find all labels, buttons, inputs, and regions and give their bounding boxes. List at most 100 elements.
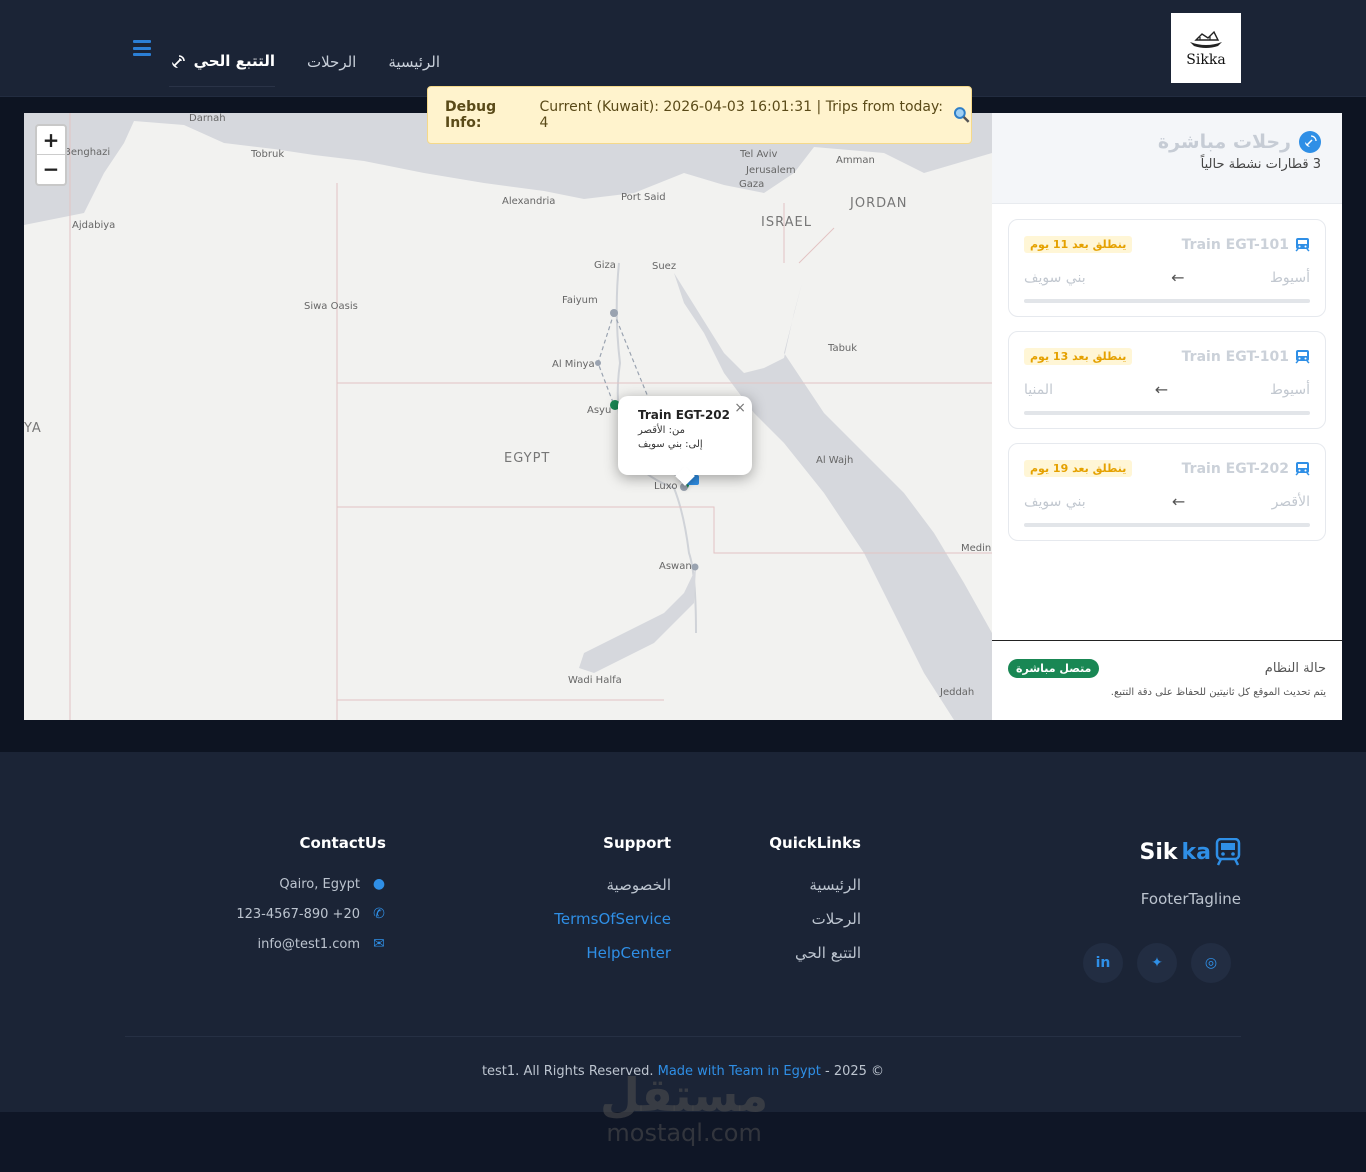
copyright-year: - 2025 ©: [825, 1064, 885, 1079]
footer-link-live-tracking[interactable]: التتبع الحي: [769, 944, 861, 962]
trip-progress-bar: [1024, 523, 1310, 527]
status-note: يتم تحديث الموقع كل ثانيتين للحفاظ على د…: [1110, 687, 1326, 698]
zoom-out-button[interactable]: −: [37, 155, 65, 184]
map-label: Gaza: [739, 179, 765, 190]
footer-link-help[interactable]: HelpCenter: [554, 944, 671, 962]
map-label: Wadi Halfa: [568, 675, 622, 686]
trip-from: أسيوط: [1269, 269, 1310, 286]
footer-link-trips[interactable]: الرحلات: [769, 910, 861, 928]
menu-toggle-icon[interactable]: [133, 40, 151, 56]
zoom-in-button[interactable]: +: [37, 126, 65, 155]
contact-email-text: info@test1.com: [257, 936, 360, 952]
train-name-text: Train EGT-202: [1181, 460, 1289, 477]
nav-trips[interactable]: الرحلات: [307, 53, 356, 71]
countdown-badge: ينطلق بعد 11 يوم: [1024, 236, 1133, 253]
nav-live-tracking[interactable]: التتبع الحي: [168, 52, 275, 87]
map-label: Luxo: [654, 481, 678, 492]
popup-to: إلى: بني سويف: [638, 439, 703, 450]
map-label: Tel Aviv: [740, 149, 778, 160]
twitter-icon[interactable]: ✦: [1137, 943, 1177, 983]
status-label: حالة النظام: [1264, 661, 1326, 676]
envelope-icon: ✉: [373, 936, 385, 952]
footer-link-terms[interactable]: TermsOfService: [554, 910, 671, 928]
trip-progress-bar: [1024, 411, 1310, 415]
trip-from: أسيوط: [1269, 381, 1310, 398]
nav-home[interactable]: الرئيسية: [388, 53, 440, 71]
quicklinks-title: QuickLinks: [769, 834, 861, 852]
footer-brand: Sik ka FooterTagline: [1139, 838, 1241, 908]
countdown-badge: ينطلق بعد 13 يوم: [1024, 348, 1133, 365]
arrow-left-icon: ←: [1171, 492, 1186, 511]
train-icon: [1215, 838, 1241, 866]
train-name-text: Train EGT-101: [1181, 236, 1289, 253]
train-name: Train EGT-202: [1182, 461, 1310, 477]
trip-to: المنيا: [1024, 381, 1053, 398]
footer: Sik ka FooterTagline in ✦ ◎ QuickLinks ال…: [0, 752, 1366, 1112]
footer-logo-text-a: Sik: [1139, 839, 1178, 865]
map-label: Giza: [594, 260, 616, 271]
trip-card[interactable]: Train EGT-202 ينطلق بعد 19 يوم الأقصر ← …: [1008, 443, 1326, 541]
logo-text: Sikka: [1186, 52, 1226, 68]
map-label: YA: [24, 421, 42, 436]
footer-link-home[interactable]: الرئيسية: [769, 876, 861, 894]
map-label: Darnah: [189, 113, 226, 124]
contact-phone-text: 20+ 123-4567-890: [236, 906, 360, 922]
train-name-text: Train EGT-101: [1181, 348, 1289, 365]
trip-to: بني سويف: [1024, 269, 1086, 286]
contact-phone[interactable]: ✆ 20+ 123-4567-890: [236, 906, 386, 922]
map-label: Benghazi: [64, 147, 111, 158]
countdown-badge: ينطلق بعد 19 يوم: [1024, 460, 1133, 477]
watermark-arabic: مستقل: [600, 1068, 769, 1122]
system-status: حالة النظام متصل مباشرة يتم تحديث الموقع…: [992, 640, 1342, 720]
train-icon: [1295, 462, 1310, 476]
live-trips-sidebar: رحلات مباشرة 3 قطارات نشطة حالياً Train …: [992, 113, 1342, 720]
nav-links: الرئيسية الرحلات التتبع الحي: [168, 36, 440, 87]
tracking-panel: Darnah Benghazi Tobruk Ajdabiya Alexandr…: [24, 113, 1342, 720]
map-label: Jerusalem: [746, 165, 796, 176]
sidebar-subtitle: 3 قطارات نشطة حالياً: [1200, 157, 1321, 172]
train-icon: [1295, 350, 1310, 364]
status-badge: متصل مباشرة: [1008, 659, 1100, 678]
contact-address-text: Qairo, Egypt: [279, 876, 360, 892]
map-label: Ajdabiya: [72, 220, 116, 231]
satellite-dish-icon: [171, 54, 185, 68]
sidebar-header: رحلات مباشرة 3 قطارات نشطة حالياً: [992, 113, 1342, 204]
footer-divider: [125, 1036, 1241, 1037]
map-label: ISRAEL: [761, 215, 812, 230]
satellite-dish-icon: [1299, 131, 1321, 153]
linkedin-icon[interactable]: in: [1083, 943, 1123, 983]
footer-logo-text-b: ka: [1181, 839, 1211, 865]
popup-close-button[interactable]: ×: [734, 400, 746, 416]
contact-title: ContactUs: [299, 834, 386, 852]
social-links: in ✦ ◎: [1083, 943, 1231, 983]
map-label: Tabuk: [828, 343, 858, 354]
contact-email[interactable]: ✉ info@test1.com: [236, 936, 386, 952]
site-logo[interactable]: Sikka: [1171, 13, 1241, 83]
logo-ship-icon: [1190, 30, 1222, 48]
sidebar-title: رحلات مباشرة: [992, 131, 1321, 153]
phone-icon: ✆: [373, 906, 385, 922]
instagram-icon[interactable]: ◎: [1191, 943, 1231, 983]
trip-list: Train EGT-101 ينطلق بعد 11 يوم أسيوط ← ب…: [992, 204, 1342, 541]
footer-link-privacy[interactable]: الخصوصية: [554, 876, 671, 894]
map-label: Asyu: [587, 405, 612, 416]
trip-to: بني سويف: [1024, 493, 1086, 510]
debug-text: Current (Kuwait): 2026-04-03 16:01:31 | …: [539, 99, 944, 131]
location-pin-icon: ●: [372, 876, 386, 892]
debug-banner: Debug Info: Current (Kuwait): 2026-04-03…: [427, 86, 972, 144]
map-label: Port Said: [621, 192, 666, 203]
trip-card[interactable]: Train EGT-101 ينطلق بعد 13 يوم أسيوط ← ا…: [1008, 331, 1326, 429]
footer-tagline: FooterTagline: [1140, 890, 1241, 908]
support-title: Support: [603, 834, 671, 852]
footer-logo[interactable]: Sik ka: [1139, 838, 1241, 866]
footer-quicklinks: QuickLinks الرئيسية الرحلات التتبع الحي: [769, 834, 861, 978]
map-label: Tobruk: [251, 149, 285, 160]
map[interactable]: Darnah Benghazi Tobruk Ajdabiya Alexandr…: [24, 113, 992, 720]
map-label: JORDAN: [850, 196, 908, 211]
map-label: Medin: [961, 543, 992, 554]
trip-card[interactable]: Train EGT-101 ينطلق بعد 11 يوم أسيوط ← ب…: [1008, 219, 1326, 317]
train-name: Train EGT-101: [1182, 349, 1310, 365]
train-popup: × Train EGT-202 من: الأقصر إلى: بني سويف: [618, 396, 752, 475]
map-label: EGYPT: [504, 451, 551, 466]
train-name: Train EGT-101: [1182, 237, 1310, 253]
